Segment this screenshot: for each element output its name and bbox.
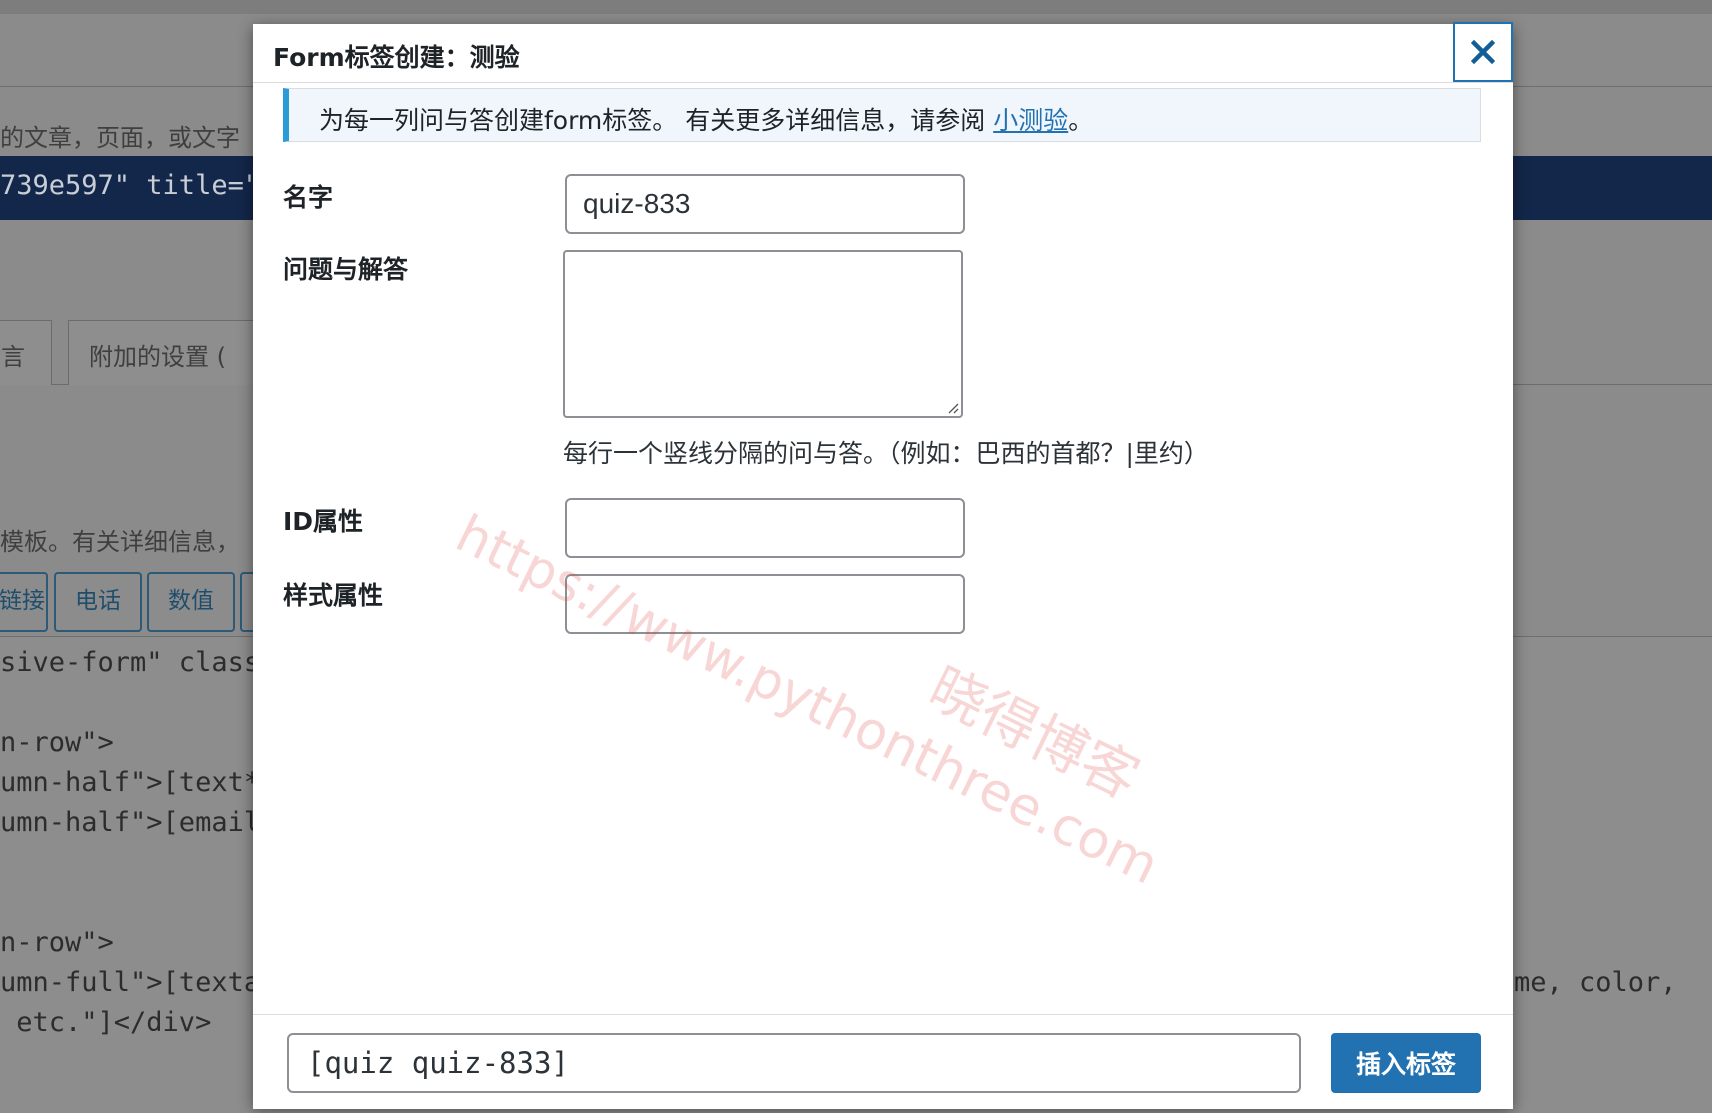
dialog-footer: 插入标签 — [253, 1014, 1513, 1109]
qa-label: 问题与解答 — [283, 255, 409, 284]
background-top-strip — [0, 0, 1712, 14]
background-tab: 附加的设置 ( — [68, 320, 270, 385]
background-shortcode: 739e597" title="Co — [0, 170, 293, 201]
watermark-url: https://www.pythonthree.com — [446, 504, 1168, 897]
close-button[interactable] — [1453, 22, 1513, 82]
class-attribute-input[interactable] — [565, 574, 965, 634]
resize-grip-icon[interactable] — [947, 402, 959, 414]
tag-generator-dialog: Form标签创建：测验 为每一列问与答创建form标签。 有关更多详细信息，请参… — [253, 22, 1513, 1109]
id-attribute-input[interactable] — [565, 498, 965, 558]
quiz-doc-link[interactable]: 小测验 — [993, 106, 1068, 135]
name-label: 名字 — [283, 183, 334, 212]
tag-code-input[interactable] — [287, 1033, 1301, 1093]
qa-textarea[interactable] — [563, 250, 963, 418]
id-attribute-label: ID属性 — [283, 507, 364, 536]
background-text: 模板。有关详细信息， — [0, 528, 240, 556]
name-input[interactable] — [565, 174, 965, 234]
dialog-title: Form标签创建：测验 — [273, 43, 520, 72]
qa-hint: 每行一个竖线分隔的问与答。（例如：巴西的首都？|里约） — [563, 439, 1209, 468]
close-icon — [1471, 40, 1495, 64]
insert-tag-button[interactable]: 插入标签 — [1331, 1033, 1481, 1093]
dialog-header: Form标签创建：测验 — [253, 22, 1513, 83]
notice-text: 为每一列问与答创建form标签。 有关更多详细信息，请参阅 小测验。 — [319, 106, 1094, 135]
background-text: 的文章，页面，或文字 — [0, 124, 240, 152]
background-tag-button: 电话 — [54, 572, 142, 632]
background-tag-button: 数值 — [147, 572, 235, 632]
class-attribute-label: 样式属性 — [283, 581, 384, 610]
info-notice: 为每一列问与答创建form标签。 有关更多详细信息，请参阅 小测验。 — [283, 88, 1481, 142]
background-tag-button: 链接 — [0, 572, 48, 632]
watermark-brand: 晓得博客 — [918, 655, 1149, 813]
background-tab: 言 — [0, 320, 52, 385]
